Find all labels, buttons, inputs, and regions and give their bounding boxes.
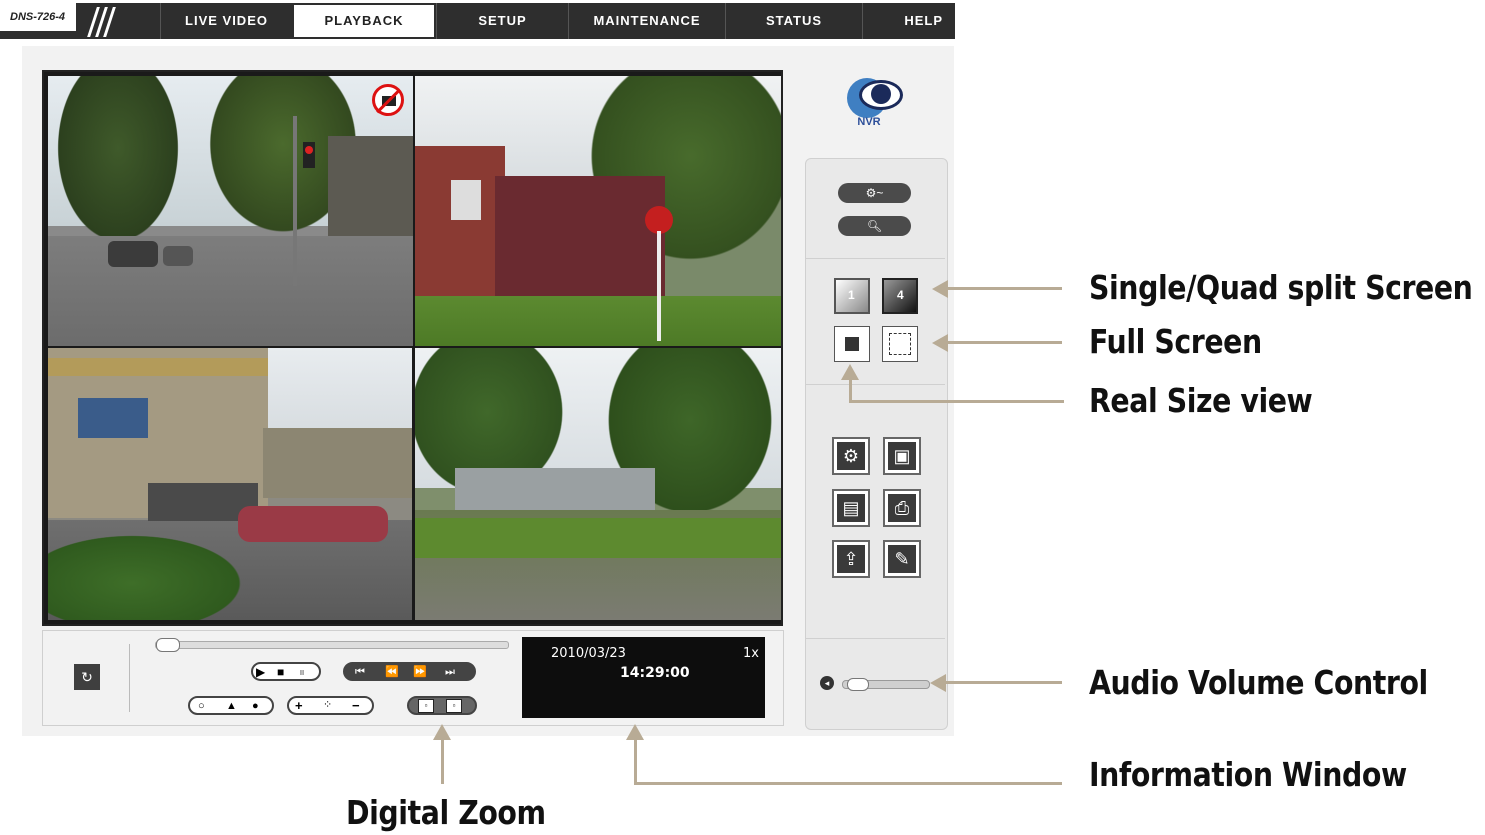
info-time: 14:29:00 [620, 665, 690, 681]
annotation-information-window: Information Window [1089, 755, 1407, 794]
control-sidebar [805, 158, 948, 730]
zoom-pan-button[interactable]: ⁘ [323, 698, 332, 713]
play-stop-pause-group: ▶ ■ ⏸ [251, 662, 321, 681]
volume-icon: ◂ [820, 676, 834, 690]
playback-record-icon: ⚙~ [865, 186, 884, 200]
digital-zoom-multi-button[interactable]: ▫ [446, 699, 462, 713]
play-button[interactable]: ▶ [256, 665, 265, 679]
save-video-button[interactable]: ▣ [883, 437, 921, 475]
full-screen-icon [889, 333, 911, 355]
settings-icon: ⚙ [837, 442, 865, 470]
speed-control-group: ○ ▲ ● [188, 696, 274, 715]
top-navigation-bar: LIVE VIDEO PLAYBACK SETUP MAINTENANCE ST… [0, 3, 955, 39]
single-view-icon: 1 [848, 288, 855, 302]
search-icon: 🔍︎ [866, 219, 883, 233]
callout-line [441, 738, 444, 784]
single-view-button[interactable]: 1 [834, 278, 870, 314]
tab-live-video[interactable]: LIVE VIDEO [160, 3, 292, 39]
callout-line [946, 341, 1062, 344]
callout-line [849, 400, 1064, 403]
camera-view-4[interactable] [415, 348, 781, 620]
digital-zoom-group: ▫ ▫ [407, 696, 477, 715]
frame-navigation-group: ⏮ ⏪ ⏩ ⏭ [343, 662, 476, 681]
edit-icon: ✎ [888, 545, 916, 573]
annotation-single-quad-split: Single/Quad split Screen [1089, 268, 1473, 307]
callout-line [634, 782, 1062, 785]
volume-slider-thumb[interactable] [847, 678, 869, 691]
control-divider [129, 644, 130, 712]
last-frame-button[interactable]: ⏭ [445, 665, 455, 679]
backup-button[interactable]: ⇪ [832, 540, 870, 578]
callout-line [946, 287, 1062, 290]
device-model-label: DNS-726-4 [0, 3, 78, 31]
camera-view-1[interactable] [48, 76, 413, 346]
information-window: 2010/03/23 1x 14:29:00 [522, 637, 765, 718]
previous-frame-button[interactable]: ⏪ [385, 665, 399, 679]
print-icon: ⎙ [888, 494, 916, 522]
callout-line [634, 738, 637, 784]
stop-button[interactable]: ■ [277, 665, 284, 679]
annotation-digital-zoom: Digital Zoom [346, 793, 546, 832]
sidebar-divider [806, 638, 945, 639]
digital-zoom-single-button[interactable]: ▫ [418, 699, 434, 713]
nvr-eye-logo-icon: NVR [843, 72, 909, 132]
callout-line [849, 378, 852, 402]
backup-icon: ⇪ [837, 545, 865, 573]
search-button[interactable]: 🔍︎ [838, 216, 911, 236]
quad-view-button[interactable]: 4 [882, 278, 918, 314]
save-video-icon: ▣ [888, 442, 916, 470]
save-image-icon: ▤ [837, 494, 865, 522]
zoom-out-button[interactable]: − [352, 698, 360, 713]
sync-button[interactable]: ↻ [74, 664, 100, 690]
callout-arrowhead [930, 674, 946, 692]
first-frame-button[interactable]: ⏮ [355, 665, 365, 679]
settings-button[interactable]: ⚙ [832, 437, 870, 475]
slow-button[interactable]: ○ [198, 699, 205, 713]
real-size-icon [845, 337, 859, 351]
fast-button[interactable]: ● [252, 699, 259, 713]
callout-line [944, 681, 1062, 684]
tab-status[interactable]: STATUS [725, 3, 862, 39]
full-screen-button[interactable] [882, 326, 918, 362]
tab-setup[interactable]: SETUP [436, 3, 568, 39]
callout-arrowhead [626, 724, 644, 740]
playback-timeline-slider[interactable] [155, 638, 509, 652]
quad-view-icon: 4 [897, 288, 904, 302]
info-date: 2010/03/23 [551, 646, 626, 661]
next-frame-button[interactable]: ⏩ [413, 665, 427, 679]
pause-button[interactable]: ⏸ [299, 665, 305, 679]
zoom-control-group: + ⁘ − [287, 696, 374, 715]
callout-arrowhead [932, 280, 948, 298]
timeline-thumb[interactable] [156, 638, 180, 652]
real-size-button[interactable] [834, 326, 870, 362]
zoom-in-button[interactable]: + [295, 698, 303, 713]
camera-view-3[interactable] [48, 348, 412, 620]
sidebar-divider [806, 384, 945, 385]
annotation-audio-volume-control: Audio Volume Control [1089, 663, 1428, 702]
tab-playback[interactable]: PLAYBACK [292, 3, 436, 39]
sidebar-divider [806, 258, 945, 259]
save-image-button[interactable]: ▤ [832, 489, 870, 527]
camera-off-icon [372, 84, 404, 116]
tab-maintenance[interactable]: MAINTENANCE [568, 3, 725, 39]
playback-record-button[interactable]: ⚙~ [838, 183, 911, 203]
callout-arrowhead [932, 334, 948, 352]
edit-button[interactable]: ✎ [883, 540, 921, 578]
sync-icon: ↻ [81, 669, 93, 685]
camera-view-2[interactable] [415, 76, 781, 346]
print-button[interactable]: ⎙ [883, 489, 921, 527]
info-speed: 1x [743, 646, 759, 661]
callout-arrowhead [433, 724, 451, 740]
direction-button[interactable]: ▲ [226, 699, 237, 713]
nvr-logo-text: NVR [857, 116, 881, 128]
audio-volume-slider[interactable] [842, 678, 930, 691]
tab-help[interactable]: HELP [862, 3, 955, 39]
video-display-area[interactable] [42, 70, 783, 626]
callout-arrowhead [841, 364, 859, 380]
annotation-full-screen: Full Screen [1089, 322, 1262, 361]
annotation-real-size-view: Real Size view [1089, 381, 1313, 420]
